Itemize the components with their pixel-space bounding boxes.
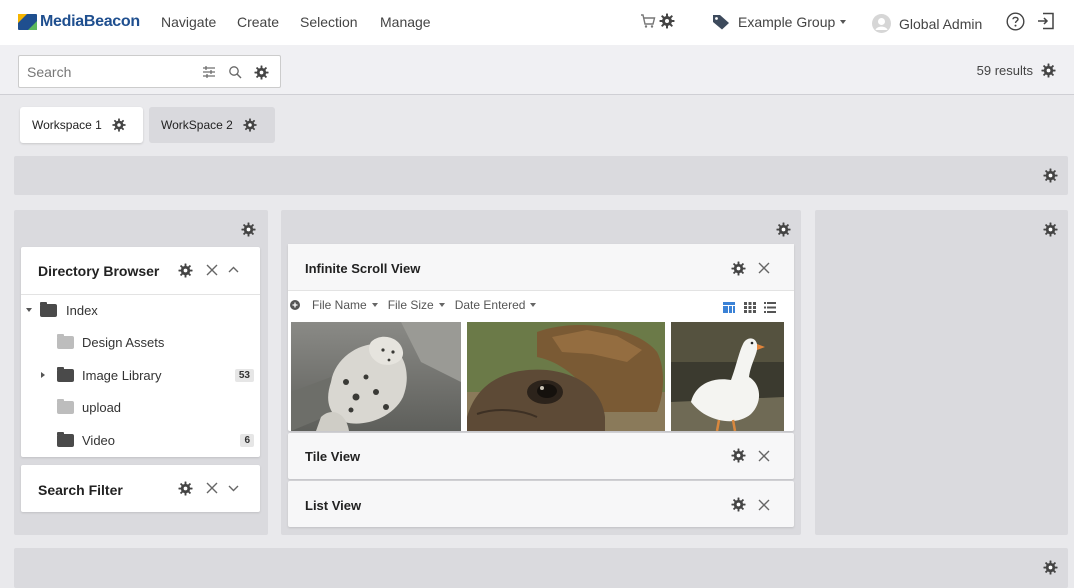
panel-title: Directory Browser <box>38 263 160 279</box>
close-icon[interactable] <box>758 262 770 274</box>
tag-icon <box>712 14 730 30</box>
folder-icon <box>57 431 74 447</box>
row-settings-gear-icon[interactable] <box>1043 168 1058 183</box>
caret-down-icon <box>371 303 378 307</box>
column-settings-gear-icon[interactable] <box>241 222 256 237</box>
results-count: 59 results <box>977 63 1056 78</box>
sort-file-name[interactable]: File Name <box>312 298 367 312</box>
close-icon[interactable] <box>206 482 218 494</box>
tree-item-label: upload <box>82 399 122 415</box>
logo-mark-icon <box>18 13 38 31</box>
infinite-scroll-panel: Infinite Scroll View File Name File Size… <box>288 244 794 431</box>
close-icon[interactable] <box>758 499 770 511</box>
close-icon[interactable] <box>758 450 770 462</box>
folder-icon <box>57 366 74 382</box>
panel-settings-gear-icon[interactable] <box>731 497 746 512</box>
panel-title: List View <box>305 498 362 513</box>
layout-row-bottom <box>14 548 1068 588</box>
item-count-badge: 6 <box>240 433 254 447</box>
folder-icon <box>40 301 57 317</box>
masonry-view-icon[interactable] <box>723 302 735 313</box>
tree-item-design-assets[interactable]: Design Assets <box>21 326 260 358</box>
panel-title: Search Filter <box>38 482 123 498</box>
cart-icon[interactable] <box>640 13 656 29</box>
panel-title: Tile View <box>305 449 361 464</box>
sort-file-size[interactable]: File Size <box>388 298 434 312</box>
tree-item-label: Image Library <box>82 367 162 383</box>
results-settings-gear-icon[interactable] <box>1041 63 1056 78</box>
tab-workspace-1[interactable]: Workspace 1 <box>20 107 143 143</box>
tree-item-label: Video <box>82 432 116 448</box>
add-circle-icon[interactable] <box>290 300 300 310</box>
thumbnail-snow-leopard[interactable] <box>291 322 461 431</box>
avatar-icon <box>872 14 891 33</box>
folder-icon <box>57 333 74 349</box>
tree-item-index[interactable]: Index <box>21 294 260 326</box>
group-name: Example Group <box>738 14 836 30</box>
logo-text: MediaBeacon <box>40 13 140 30</box>
tab-settings-gear-icon[interactable] <box>112 118 126 132</box>
item-count-badge: 53 <box>234 368 254 382</box>
layout-column-right <box>815 210 1068 535</box>
user-name: Global Admin <box>899 15 983 32</box>
tree-item-label: Design Assets <box>82 334 165 350</box>
tree-item-image-library[interactable]: Image Library 53 <box>21 359 260 391</box>
nav-manage[interactable]: Manage <box>380 14 431 30</box>
tab-label: Workspace 1 <box>32 118 102 132</box>
folder-icon <box>57 398 74 414</box>
list-view-panel: List View <box>288 481 794 527</box>
caret-down-icon <box>530 303 537 307</box>
tab-settings-gear-icon[interactable] <box>243 118 257 132</box>
thumbnail-tortoise[interactable] <box>467 322 665 431</box>
mediabeacon-logo[interactable]: MediaBeacon <box>18 11 140 33</box>
tab-label: WorkSpace 2 <box>161 118 233 132</box>
panel-settings-gear-icon[interactable] <box>731 261 746 276</box>
cart-settings-gear-icon[interactable] <box>659 13 675 29</box>
chevron-right-icon[interactable] <box>41 372 45 378</box>
tree-item-upload[interactable]: upload <box>21 391 260 423</box>
results-label: 59 results <box>976 63 1033 78</box>
panel-title: Infinite Scroll View <box>305 261 421 276</box>
tree-item-label: Index <box>66 302 98 318</box>
tile-view-panel: Tile View <box>288 433 794 479</box>
filter-sliders-icon[interactable] <box>202 65 216 79</box>
column-settings-gear-icon[interactable] <box>1043 222 1058 237</box>
panel-settings-gear-icon[interactable] <box>178 263 193 278</box>
logout-icon[interactable] <box>1037 12 1055 30</box>
nav-create[interactable]: Create <box>237 14 279 30</box>
panel-settings-gear-icon[interactable] <box>731 448 746 463</box>
search-box <box>18 55 281 88</box>
search-input[interactable] <box>27 62 187 82</box>
chevron-up-icon[interactable] <box>228 265 239 274</box>
list-view-icon[interactable] <box>764 302 776 313</box>
close-icon[interactable] <box>206 264 218 276</box>
group-selector[interactable]: Example Group <box>712 14 847 30</box>
chevron-down-icon[interactable] <box>228 484 239 493</box>
column-settings-gear-icon[interactable] <box>776 222 791 237</box>
chevron-down-icon[interactable] <box>26 308 32 312</box>
sort-date-entered[interactable]: Date Entered <box>455 298 526 312</box>
sort-bar: File Name File Size Date Entered <box>290 298 546 312</box>
user-menu[interactable]: Global Admin <box>872 14 982 33</box>
nav-navigate[interactable]: Navigate <box>161 14 216 30</box>
caret-down-icon <box>438 303 445 307</box>
chevron-down-icon <box>840 20 847 24</box>
nav-selection[interactable]: Selection <box>300 14 358 30</box>
row-settings-gear-icon[interactable] <box>1043 560 1058 575</box>
search-icon[interactable] <box>228 65 242 79</box>
thumbnail-white-goose[interactable] <box>671 322 784 431</box>
tab-workspace-2[interactable]: WorkSpace 2 <box>149 107 275 143</box>
panel-settings-gear-icon[interactable] <box>178 481 193 496</box>
directory-browser-panel: Directory Browser Index Design Assets Im… <box>21 247 260 457</box>
tree-item-video[interactable]: Video 6 <box>21 424 260 456</box>
help-icon[interactable] <box>1006 12 1025 31</box>
search-filter-panel: Search Filter <box>21 465 260 512</box>
search-settings-gear-icon[interactable] <box>254 65 269 80</box>
layout-row-top <box>14 156 1068 195</box>
grid-view-icon[interactable] <box>744 302 756 313</box>
